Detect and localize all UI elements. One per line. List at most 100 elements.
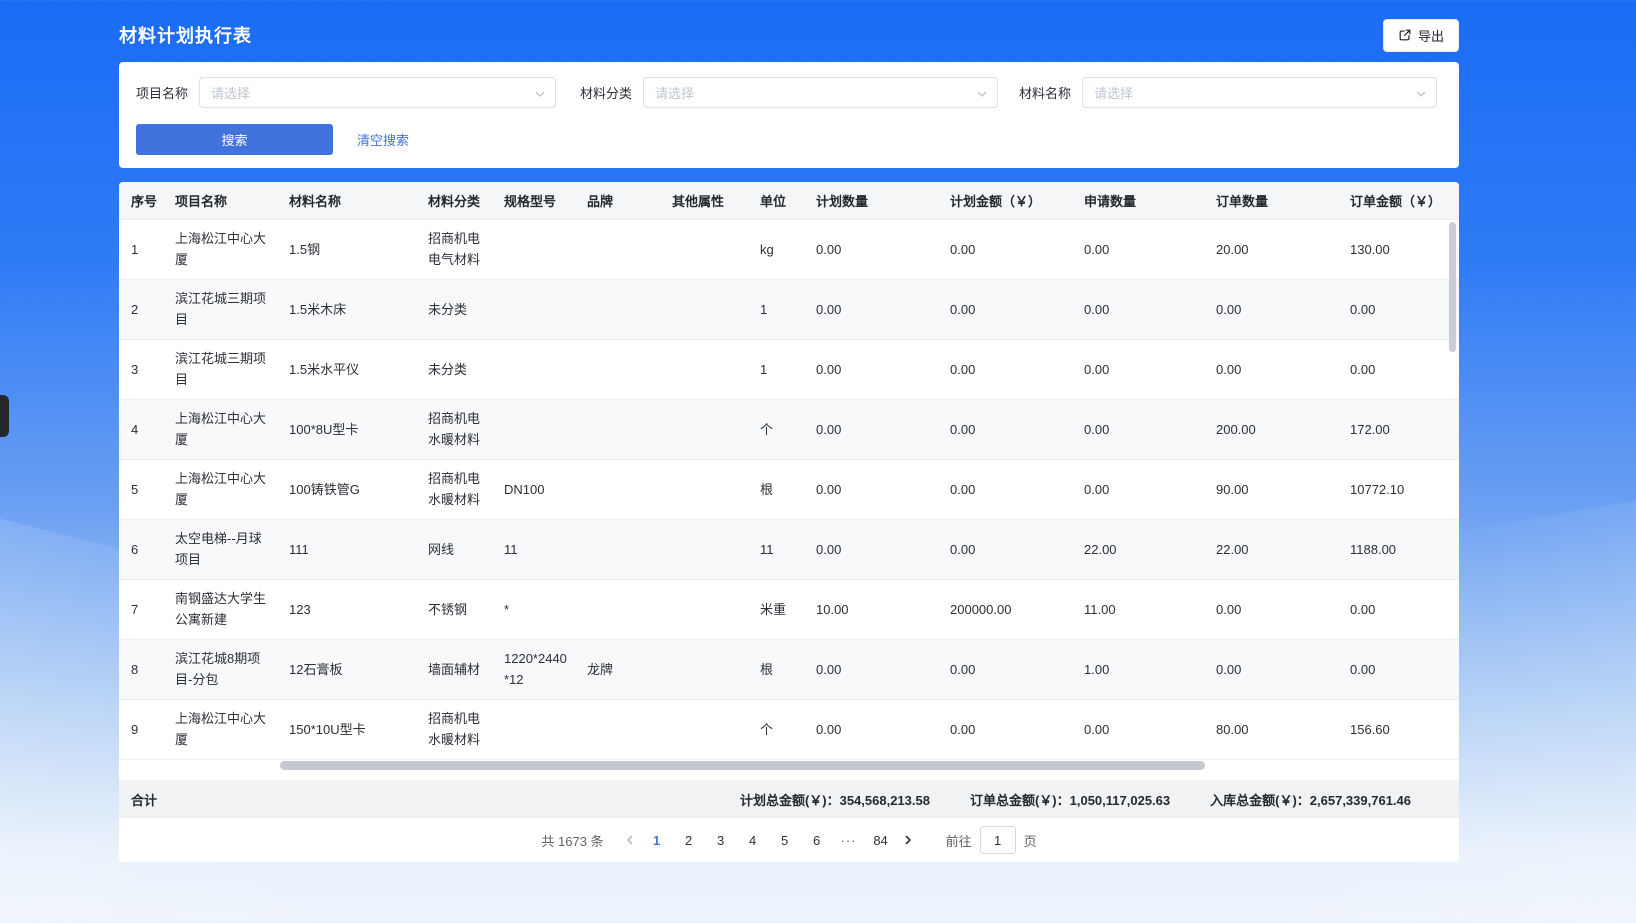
table-cell: 3: [119, 339, 163, 399]
column-header: 计划金额（￥）: [938, 182, 1072, 219]
column-header: 规格型号: [492, 182, 575, 219]
table-cell: kg: [748, 219, 804, 279]
table-cell: 0.00: [804, 519, 938, 579]
export-icon: [1398, 28, 1412, 42]
summary-order-total: 订单总金额(￥)：1,050,117,025.63: [970, 790, 1170, 809]
table-cell: 0.00: [1072, 459, 1204, 519]
material-name-select[interactable]: 请选择: [1082, 77, 1437, 108]
table-cell: 0.00: [1204, 579, 1338, 639]
pagination-page-button[interactable]: 84: [866, 826, 896, 854]
material-plan-table: 序号项目名称材料名称材料分类规格型号品牌其他属性单位计划数量计划金额（￥）申请数…: [119, 182, 1459, 760]
goto-page-input[interactable]: [980, 826, 1016, 854]
column-header: 序号: [119, 182, 163, 219]
pagination-page-button[interactable]: 4: [738, 826, 768, 854]
pagination-page-button[interactable]: 2: [674, 826, 704, 854]
table-cell: [575, 699, 660, 759]
table-cell: 22.00: [1072, 519, 1204, 579]
column-header: 订单数量: [1204, 182, 1338, 219]
export-button[interactable]: 导出: [1383, 19, 1459, 52]
table-cell: DN100: [492, 459, 575, 519]
table-cell: 0.00: [1072, 279, 1204, 339]
column-header: 单位: [748, 182, 804, 219]
table-cell: 7: [119, 579, 163, 639]
table-row: 3滨江花城三期项目1.5米水平仪未分类10.000.000.000.000.00: [119, 339, 1459, 399]
table-header-row: 序号项目名称材料名称材料分类规格型号品牌其他属性单位计划数量计划金额（￥）申请数…: [119, 182, 1459, 219]
pagination-prev-button[interactable]: [618, 834, 642, 846]
table-cell: 1188.00: [1338, 519, 1459, 579]
goto-page-group: 前往 页: [946, 826, 1037, 854]
horizontal-scrollbar-thumb[interactable]: [280, 761, 1205, 770]
search-button[interactable]: 搜索: [136, 124, 333, 155]
table-cell: [660, 339, 748, 399]
chevron-down-icon: [976, 87, 988, 105]
table-cell: [660, 219, 748, 279]
material-name-select-placeholder: 请选择: [1094, 83, 1133, 102]
drawer-handle[interactable]: [0, 395, 9, 437]
pagination-page-button[interactable]: 1: [642, 826, 672, 854]
table-row: 8滨江花城8期项目-分包12石膏板墙面辅材1220*2440*12龙牌根0.00…: [119, 639, 1459, 699]
table-cell: [660, 399, 748, 459]
table-cell: 上海松江中心大厦: [163, 699, 277, 759]
table-cell: 南钢盛达大学生公寓新建: [163, 579, 277, 639]
table-cell: 22.00: [1204, 519, 1338, 579]
pagination-page-button[interactable]: 6: [802, 826, 832, 854]
table-cell: *: [492, 579, 575, 639]
table-cell: 0.00: [1072, 699, 1204, 759]
table-cell: 130.00: [1338, 219, 1459, 279]
table-cell: [575, 579, 660, 639]
summary-inbound-total: 入库总金额(￥)：2,657,339,761.46: [1210, 790, 1411, 809]
summary-row: 合计 计划总金额(￥)：354,568,213.58 订单总金额(￥)：1,05…: [119, 780, 1459, 818]
summary-total-label: 合计: [131, 790, 157, 809]
table-row: 4上海松江中心大厦100*8U型卡招商机电水暖材料个0.000.000.0020…: [119, 399, 1459, 459]
column-header: 订单金额（￥）: [1338, 182, 1459, 219]
table-cell: 0.00: [1072, 399, 1204, 459]
table-row: 6太空电梯--月球项目111网线11110.000.0022.0022.0011…: [119, 519, 1459, 579]
table-cell: 太空电梯--月球项目: [163, 519, 277, 579]
pagination-page-button[interactable]: 3: [706, 826, 736, 854]
table-cell: 滨江花城三期项目: [163, 339, 277, 399]
table-cell: 0.00: [1072, 219, 1204, 279]
table-cell: 156.60: [1338, 699, 1459, 759]
table-cell: [660, 699, 748, 759]
table-cell: 5: [119, 459, 163, 519]
clear-search-link[interactable]: 清空搜索: [357, 130, 409, 149]
table-cell: 招商机电水暖材料: [416, 699, 492, 759]
table-cell: 0.00: [1204, 639, 1338, 699]
table-cell: 不锈钢: [416, 579, 492, 639]
table-cell: 滨江花城8期项目-分包: [163, 639, 277, 699]
table-cell: [660, 639, 748, 699]
topbar: 材料计划执行表 导出: [119, 17, 1459, 53]
table-cell: 10.00: [804, 579, 938, 639]
table-cell: 0.00: [1338, 639, 1459, 699]
table-cell: [492, 699, 575, 759]
table-cell: [575, 519, 660, 579]
material-category-select[interactable]: 请选择: [643, 77, 998, 108]
table-cell: 0.00: [938, 639, 1072, 699]
table-row: 5上海松江中心大厦100铸铁管G招商机电水暖材料DN100根0.000.000.…: [119, 459, 1459, 519]
table-cell: [492, 399, 575, 459]
table-cell: 0.00: [1338, 279, 1459, 339]
table-cell: 2: [119, 279, 163, 339]
table-row: 2滨江花城三期项目1.5米木床未分类10.000.000.000.000.00: [119, 279, 1459, 339]
column-header: 材料名称: [277, 182, 416, 219]
pagination-next-button[interactable]: [896, 834, 920, 846]
pagination-page-button[interactable]: 5: [770, 826, 800, 854]
goto-page-prefix: 前往: [946, 831, 972, 850]
material-plan-table-card: 序号项目名称材料名称材料分类规格型号品牌其他属性单位计划数量计划金额（￥）申请数…: [119, 182, 1459, 862]
table-cell: 根: [748, 459, 804, 519]
vertical-scrollbar-thumb[interactable]: [1449, 222, 1456, 352]
table-cell: 1: [119, 219, 163, 279]
column-header: 品牌: [575, 182, 660, 219]
table-cell: 0.00: [804, 339, 938, 399]
pagination-ellipsis[interactable]: ···: [834, 826, 864, 854]
project-name-select[interactable]: 请选择: [199, 77, 556, 108]
table-cell: 0.00: [804, 699, 938, 759]
table-cell: 1220*2440*12: [492, 639, 575, 699]
table-cell: 10772.10: [1338, 459, 1459, 519]
table-cell: [492, 279, 575, 339]
table-cell: 未分类: [416, 279, 492, 339]
table-cell: 上海松江中心大厦: [163, 399, 277, 459]
table-cell: 12石膏板: [277, 639, 416, 699]
table-cell: 1: [748, 279, 804, 339]
table-cell: 上海松江中心大厦: [163, 459, 277, 519]
